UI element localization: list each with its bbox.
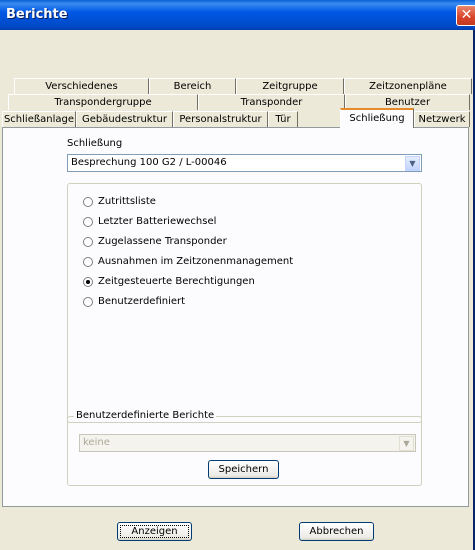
- chevron-down-icon[interactable]: ▼: [399, 436, 414, 451]
- tab-transpondergruppe[interactable]: Transpondergruppe: [8, 94, 198, 110]
- radio-label: Ausnahmen im Zeitzonenmanagement: [98, 256, 294, 267]
- show-button[interactable]: Anzeigen: [117, 522, 192, 541]
- tab-schliessanlage[interactable]: Schließanlage: [2, 111, 76, 127]
- custom-reports-group: Benutzerdefinierte Berichte keine ▼ Spei…: [67, 410, 422, 486]
- close-button[interactable]: ✕: [456, 5, 475, 26]
- tab-row-1: Verschiedenes Bereich Zeitgruppe Zeitzon…: [0, 78, 475, 94]
- tab-tuer[interactable]: Tür: [268, 111, 298, 127]
- schliessung-selected-value: Besprechung 100 G2 / L-00046: [71, 157, 227, 168]
- tab-schliessung[interactable]: Schließung: [340, 108, 414, 128]
- tab-bereich[interactable]: Bereich: [149, 78, 236, 94]
- tab-row-3: Schließanlage Gebäudestruktur Personalst…: [0, 108, 475, 128]
- schliessung-label: Schließung: [67, 138, 123, 149]
- tab-zeitgruppe[interactable]: Zeitgruppe: [236, 78, 344, 94]
- radio-button[interactable]: [83, 257, 93, 267]
- tab-transponder[interactable]: Transponder: [198, 94, 345, 110]
- save-button[interactable]: Speichern: [208, 460, 279, 479]
- cancel-button[interactable]: Abbrechen: [299, 522, 374, 541]
- radio-button[interactable]: [83, 197, 93, 207]
- radio-label: Letzter Batteriewechsel: [98, 216, 217, 227]
- radio-button[interactable]: [83, 217, 93, 227]
- tab-personalstruktur[interactable]: Personalstruktur: [173, 111, 268, 127]
- report-window: Berichte ✕ Verschiedenes Bereich Zeitgru…: [0, 0, 475, 550]
- report-type-group: Zutrittsliste Letzter Batteriewechsel Zu…: [67, 183, 422, 423]
- tab-gebaeudestruktur[interactable]: Gebäudestruktur: [76, 111, 173, 127]
- custom-report-selected-value: keine: [83, 437, 110, 448]
- schliessung-panel: Schließung Besprechung 100 G2 / L-00046 …: [2, 127, 469, 507]
- custom-report-select[interactable]: keine ▼: [79, 434, 416, 452]
- custom-reports-legend: Benutzerdefinierte Berichte: [74, 410, 217, 421]
- schliessung-select[interactable]: Besprechung 100 G2 / L-00046 ▼: [67, 154, 422, 172]
- tab-zeitzonenplaene[interactable]: Zeitzonenpläne: [344, 78, 472, 94]
- radio-label: Zugelassene Transponder: [98, 236, 227, 247]
- tab-verschiedenes[interactable]: Verschiedenes: [14, 78, 149, 94]
- radio-label: Zutrittsliste: [98, 196, 156, 207]
- radio-label: Benutzerdefiniert: [98, 296, 186, 307]
- radio-button[interactable]: [83, 297, 93, 307]
- radio-dot-icon: [86, 280, 90, 284]
- radio-label: Zeitgesteuerte Berechtigungen: [98, 276, 255, 287]
- radio-button-selected[interactable]: [83, 277, 93, 287]
- chevron-down-icon[interactable]: ▼: [405, 156, 420, 171]
- close-icon: ✕: [460, 7, 473, 23]
- title-bar[interactable]: Berichte ✕: [0, 0, 475, 30]
- radio-button[interactable]: [83, 237, 93, 247]
- tab-netzwerk[interactable]: Netzwerk: [414, 111, 470, 127]
- window-title: Berichte: [6, 7, 68, 22]
